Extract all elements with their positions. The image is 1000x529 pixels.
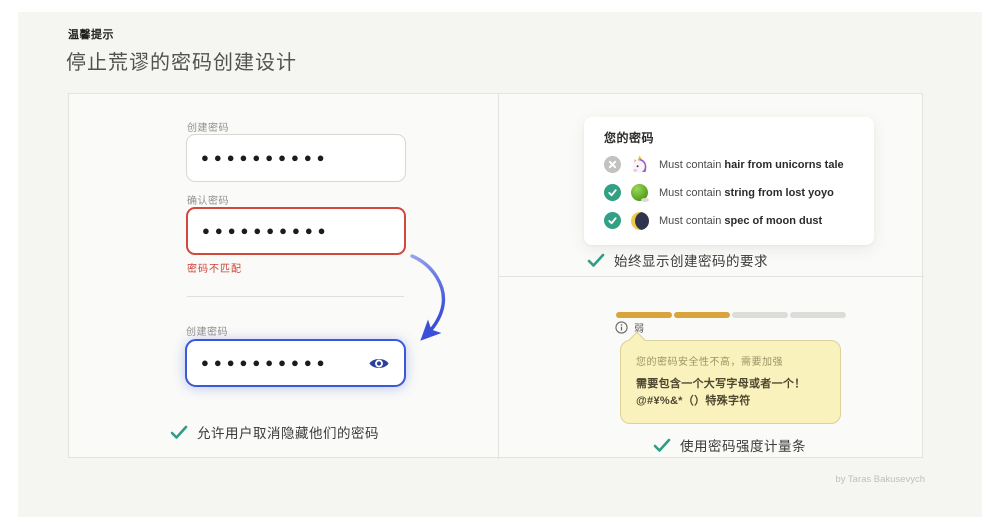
tooltip-line2: 需要包含一个大写字母或者一个！@#¥%&*（）特殊字符 [636,376,828,410]
requirement-text: Must contain string from lost yoyo [659,187,834,199]
meter-segment-empty [732,312,788,318]
unicorn-emoji [630,155,650,175]
requirement-text: Must contain spec of moon dust [659,215,822,227]
card-title: 您的密码 [604,129,854,146]
check-icon [170,425,188,440]
curved-arrow [405,252,455,346]
requirement-text: Must contain hair from unicorns tale [659,159,844,171]
screenshot: 温馨提示 停止荒谬的密码创建设计 创建密码 ●●●●●●●●●● 确认密码 ●●… [0,0,1000,529]
strength-meter [616,312,846,318]
masked-password-value: ●●●●●●●●●● [201,151,330,164]
pass-check-icon [604,184,621,201]
pass-check-icon [604,212,621,229]
strength-tip: 使用密码强度计量条 [653,435,806,455]
confirm-password-label: 确认密码 [187,192,229,207]
requirements-tip: 始终显示创建密码的要求 [587,250,768,270]
horizontal-divider [498,276,924,277]
meter-segment-filled [616,312,672,318]
revealed-password-input[interactable]: ●●●●●●●●●● [185,339,406,387]
password-mismatch-error: 密码不匹配 [187,260,242,275]
create-password-input[interactable]: ●●●●●●●●●● [186,134,406,182]
check-icon [653,438,671,453]
meter-segment-empty [790,312,846,318]
tip-text: 使用密码强度计量条 [680,435,806,455]
author-credit: by Taras Bakusevych [835,474,925,485]
requirement-row: Must contain spec of moon dust [604,211,854,230]
left-panel-tip: 允许用户取消隐藏他们的密码 [170,422,379,442]
requirement-row: Must contain string from lost yoyo [604,183,854,202]
info-icon [615,321,628,334]
page-title: 停止荒谬的密码创建设计 [66,46,297,75]
fail-x-icon [604,156,621,173]
password-requirements-card: 您的密码 [584,117,874,245]
section-divider [187,296,404,297]
create-password-label: 创建密码 [187,119,229,134]
requirement-row: Must contain hair from unicorns tale [604,155,854,174]
confirm-password-input[interactable]: ●●●●●●●●●● [186,207,406,255]
moon-emoji [630,211,650,231]
tooltip-line1: 您的密码安全性不高，需要加强 [636,353,825,368]
strength-status-row: 弱 [615,320,644,335]
slide-canvas: 温馨提示 停止荒谬的密码创建设计 创建密码 ●●●●●●●●●● 确认密码 ●●… [18,12,982,517]
check-icon [587,253,605,268]
eye-icon[interactable] [368,356,390,371]
masked-password-value: ●●●●●●●●●● [202,224,331,237]
create-password-label: 创建密码 [186,323,228,338]
tip-text: 允许用户取消隐藏他们的密码 [197,422,379,442]
tip-text: 始终显示创建密码的要求 [614,250,768,270]
strength-tooltip: 您的密码安全性不高，需要加强 需要包含一个大写字母或者一个！@#¥%&*（）特殊… [620,340,841,424]
examples-grid: 创建密码 ●●●●●●●●●● 确认密码 ●●●●●●●●●● 密码不匹配 [68,93,923,458]
masked-password-value: ●●●●●●●●●● [201,356,330,369]
meter-segment-filled [674,312,730,318]
yoyo-emoji [630,183,650,203]
kicker-label: 温馨提示 [68,26,114,42]
